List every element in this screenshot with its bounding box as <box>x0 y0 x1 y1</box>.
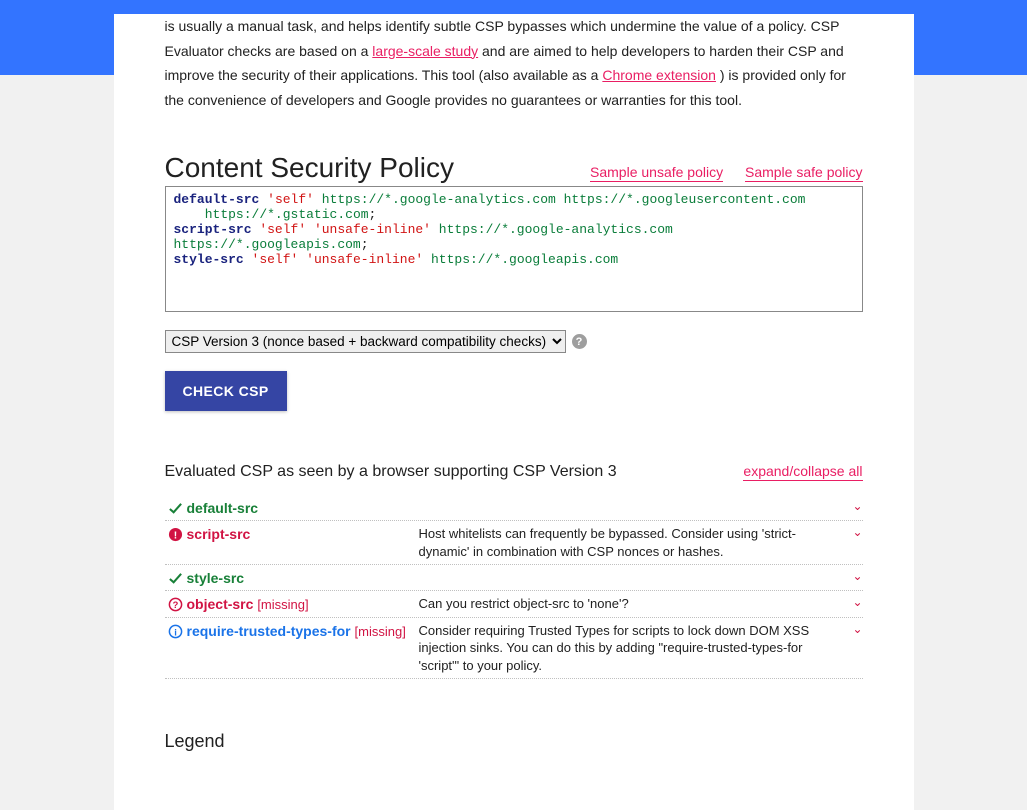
missing-tag: [missing] <box>355 624 406 639</box>
large-scale-study-link[interactable]: large-scale study <box>372 43 478 59</box>
svg-text:?: ? <box>173 600 179 610</box>
svg-text:i: i <box>174 627 177 637</box>
csp-token-dir: script-src <box>174 222 252 237</box>
csp-token-url: https://*.googleusercontent.com <box>564 192 806 207</box>
csp-token-url: https://*.google-analytics.com <box>322 192 556 207</box>
result-directive: object-src [missing] <box>187 595 419 612</box>
evaluation-title: Evaluated CSP as seen by a browser suppo… <box>165 463 617 481</box>
result-row[interactable]: default-src ⌄ <box>165 495 863 521</box>
chevron-down-icon[interactable]: ⌄ <box>852 569 862 583</box>
result-message: Host whitelists can frequently be bypass… <box>419 525 863 560</box>
csp-textarea[interactable]: default-src 'self' https://*.google-anal… <box>165 186 863 312</box>
legend-title: Legend <box>165 731 863 752</box>
csp-token-kw: 'self' <box>259 222 306 237</box>
result-icon-cell: ? <box>165 595 187 612</box>
result-row[interactable]: i require-trusted-types-for [missing]Cons… <box>165 618 863 680</box>
result-message: Consider requiring Trusted Types for scr… <box>419 622 863 675</box>
chevron-down-icon[interactable]: ⌄ <box>852 595 862 609</box>
result-directive: default-src <box>187 499 419 516</box>
sample-safe-link[interactable]: Sample safe policy <box>745 164 863 182</box>
result-icon-cell <box>165 499 187 516</box>
result-directive: script-src <box>187 525 419 542</box>
info-icon: i <box>168 624 183 639</box>
csp-token-dir: default-src <box>174 192 260 207</box>
help-icon[interactable]: ? <box>572 334 587 349</box>
result-message: Can you restrict object-src to 'none'? <box>419 595 863 613</box>
chevron-down-icon[interactable]: ⌄ <box>852 622 862 636</box>
csp-token-kw: 'unsafe-inline' <box>306 252 423 267</box>
result-directive: require-trusted-types-for [missing] <box>187 622 419 639</box>
chevron-down-icon[interactable]: ⌄ <box>852 525 862 539</box>
svg-text:!: ! <box>174 530 177 541</box>
csp-token-url: https://*.google-analytics.com <box>439 222 673 237</box>
check-icon <box>168 571 183 586</box>
result-icon-cell: ! <box>165 525 187 542</box>
controls-row: CSP Version 1CSP Version 2CSP Version 3 … <box>165 330 863 353</box>
csp-token-kw: 'self' <box>252 252 299 267</box>
sample-unsafe-link[interactable]: Sample unsafe policy <box>590 164 723 182</box>
intro-paragraph: is usually a manual task, and helps iden… <box>165 14 863 112</box>
check-csp-button[interactable]: CHECK CSP <box>165 371 287 411</box>
results-list: default-src ⌄! script-srcHost whitelists c… <box>165 495 863 679</box>
question-icon: ? <box>168 597 183 612</box>
evaluation-header-row: Evaluated CSP as seen by a browser suppo… <box>165 463 863 481</box>
expand-collapse-link[interactable]: expand/collapse all <box>743 463 862 481</box>
csp-token-kw: 'self' <box>267 192 314 207</box>
csp-token-dir: style-src <box>174 252 244 267</box>
result-icon-cell <box>165 569 187 586</box>
result-row[interactable]: style-src ⌄ <box>165 565 863 591</box>
chevron-down-icon[interactable]: ⌄ <box>852 499 862 513</box>
check-icon <box>168 501 183 516</box>
csp-version-select[interactable]: CSP Version 1CSP Version 2CSP Version 3 … <box>165 330 566 353</box>
csp-token-url: https://*.googleapis.com <box>431 252 618 267</box>
csp-token-kw: 'unsafe-inline' <box>314 222 431 237</box>
error-icon: ! <box>168 527 183 542</box>
result-row[interactable]: ? object-src [missing]Can you restrict ob… <box>165 591 863 618</box>
result-directive: style-src <box>187 569 419 586</box>
csp-token-url: https://*.gstatic.com <box>205 207 369 222</box>
csp-token-url: https://*.googleapis.com <box>174 237 361 252</box>
chrome-extension-link[interactable]: Chrome extension <box>602 67 716 83</box>
page-card: is usually a manual task, and helps iden… <box>114 14 914 810</box>
missing-tag: [missing] <box>257 597 308 612</box>
result-row[interactable]: ! script-srcHost whitelists can frequentl… <box>165 521 863 565</box>
result-icon-cell: i <box>165 622 187 639</box>
